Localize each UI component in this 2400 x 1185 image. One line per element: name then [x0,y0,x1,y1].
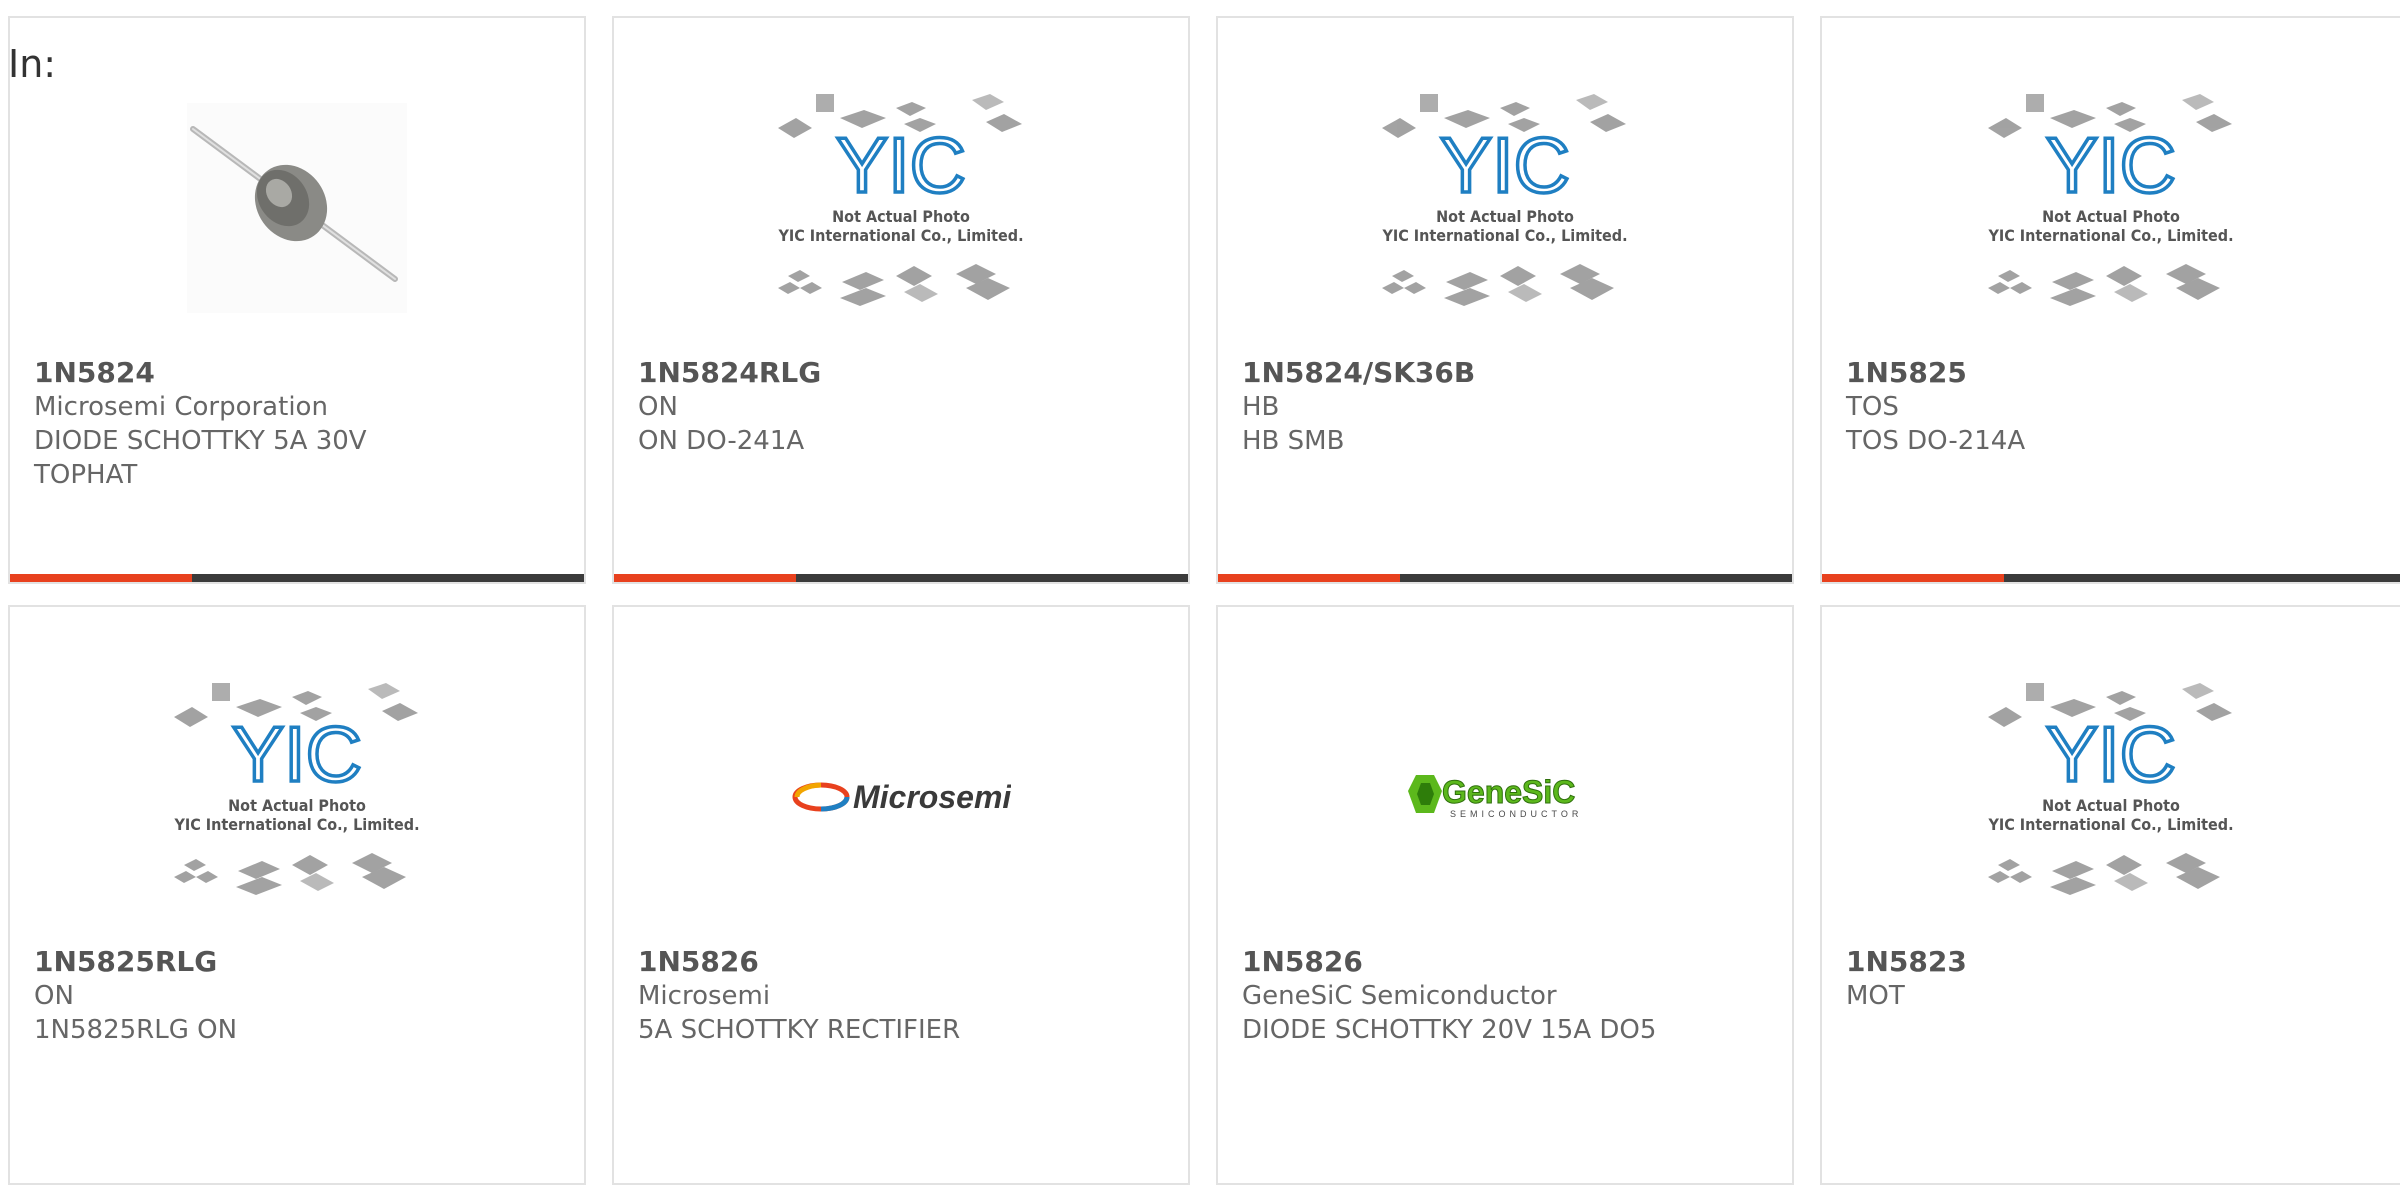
product-info: 1N5824RLG ON ON DO-241A [638,356,1168,458]
manufacturer: Microsemi [638,981,771,1011]
genesic-logo-text: GeneSiC [1442,774,1575,810]
manufacturer: Microsemi Corporation [34,392,328,422]
yic-logo-icon: YIC [2046,710,2176,798]
product-info: 1N5826 GeneSiC Semiconductor DIODE SCHOT… [1242,945,1772,1047]
description: DIODE SCHOTTKY 5A 30V [34,426,367,456]
card-bar [10,574,584,582]
card-bar [614,574,1188,582]
placeholder-caption: Not Actual Photo [1436,207,1574,226]
manufacturer: HB [1242,392,1280,422]
genesic-logo: GeneSiC SEMICONDUCTOR [1408,774,1582,819]
product-card[interactable]: YIC Not Actual Photo YIC International C… [8,605,586,1185]
yic-placeholder-image: YIC Not Actual Photo YIC International C… [777,94,1024,306]
product-image[interactable]: YIC Not Actual Photo YIC International C… [10,657,584,937]
part-number[interactable]: 1N5824RLG [638,356,1168,390]
placeholder-company: YIC International Co., Limited. [777,226,1023,245]
microsemi-logo: Microsemi [792,779,1011,815]
product-card[interactable]: GeneSiC SEMICONDUCTOR 1N5826 GeneSiC Sem… [1216,605,1794,1185]
product-info: 1N5823 MOT [1846,945,2382,1013]
description-cont: TOPHAT [34,460,138,490]
product-info: 1N5825 TOS TOS DO-214A [1846,356,2382,458]
yic-logo-icon: YIC [836,121,966,209]
placeholder-caption: Not Actual Photo [228,796,366,815]
part-number[interactable]: 1N5825 [1846,356,2382,390]
part-number[interactable]: 1N5826 [1242,945,1772,979]
description: 1N5825RLG ON [34,1015,238,1045]
product-image[interactable]: GeneSiC SEMICONDUCTOR [1218,657,1792,937]
description: ON DO-241A [638,426,805,456]
product-card[interactable]: Microsemi 1N5826 Microsemi 5A SCHOTTKY R… [612,605,1190,1185]
manufacturer: GeneSiC Semiconductor [1242,981,1557,1011]
product-info: 1N5825RLG ON 1N5825RLG ON [34,945,564,1047]
yic-logo-icon: YIC [2046,121,2176,209]
product-card[interactable]: YIC Not Actual Photo YIC International C… [1820,605,2400,1185]
yic-logo-icon: YIC [1440,121,1570,209]
product-card[interactable]: YIC Not Actual Photo YIC International C… [612,16,1190,584]
product-image[interactable]: YIC Not Actual Photo YIC International C… [1822,657,2400,937]
placeholder-caption: Not Actual Photo [2042,796,2180,815]
card-bar-accent [1822,574,2004,582]
card-bar-accent [614,574,796,582]
product-image[interactable]: Microsemi [614,657,1188,937]
placeholder-company: YIC International Co., Limited. [173,815,419,834]
product-info: 1N5826 Microsemi 5A SCHOTTKY RECTIFIER [638,945,1168,1047]
yic-placeholder-image: YIC Not Actual Photo YIC International C… [1381,94,1628,306]
diode-photo [187,103,407,313]
microsemi-logo-text: Microsemi [853,779,1011,815]
part-number[interactable]: 1N5823 [1846,945,2382,979]
part-number[interactable]: 1N5826 [638,945,1168,979]
yic-logo-icon: YIC [232,710,362,798]
placeholder-caption: Not Actual Photo [832,207,970,226]
description: DIODE SCHOTTKY 20V 15A DO5 [1242,1015,1657,1045]
genesic-logo-subtext: SEMICONDUCTOR [1450,809,1582,819]
placeholder-company: YIC International Co., Limited. [1381,226,1627,245]
placeholder-company: YIC International Co., Limited. [1987,226,2233,245]
product-info: 1N5824/SK36B HB HB SMB [1242,356,1772,458]
part-number[interactable]: 1N5824/SK36B [1242,356,1772,390]
card-bar [1822,574,2400,582]
placeholder-company: YIC International Co., Limited. [1987,815,2233,834]
part-number[interactable]: 1N5825RLG [34,945,564,979]
manufacturer: MOT [1846,981,1905,1011]
product-card[interactable]: YIC Not Actual Photo YIC International C… [1820,16,2400,584]
description: HB SMB [1242,426,1345,456]
product-grid: 1N5824 Microsemi Corporation DIODE SCHOT… [0,0,2400,1185]
manufacturer: ON [34,981,74,1011]
manufacturer: ON [638,392,678,422]
card-bar-accent [10,574,192,582]
product-image[interactable]: YIC Not Actual Photo YIC International C… [1218,68,1792,348]
page-label: In: [8,42,57,86]
product-card[interactable]: YIC Not Actual Photo YIC International C… [1216,16,1794,584]
card-bar-accent [1218,574,1400,582]
product-info: 1N5824 Microsemi Corporation DIODE SCHOT… [34,356,564,492]
yic-placeholder-image: YIC Not Actual Photo YIC International C… [1987,94,2234,306]
card-bar [1218,574,1792,582]
product-image[interactable]: YIC Not Actual Photo YIC International C… [1822,68,2400,348]
description: 5A SCHOTTKY RECTIFIER [638,1015,961,1045]
placeholder-caption: Not Actual Photo [2042,207,2180,226]
product-card[interactable]: 1N5824 Microsemi Corporation DIODE SCHOT… [8,16,586,584]
yic-placeholder-image: YIC Not Actual Photo YIC International C… [173,683,420,895]
yic-placeholder-image: YIC Not Actual Photo YIC International C… [1987,683,2234,895]
description: TOS DO-214A [1846,426,2026,456]
manufacturer: TOS [1846,392,1899,422]
product-image[interactable]: YIC Not Actual Photo YIC International C… [614,68,1188,348]
part-number[interactable]: 1N5824 [34,356,564,390]
product-image[interactable] [10,68,584,348]
